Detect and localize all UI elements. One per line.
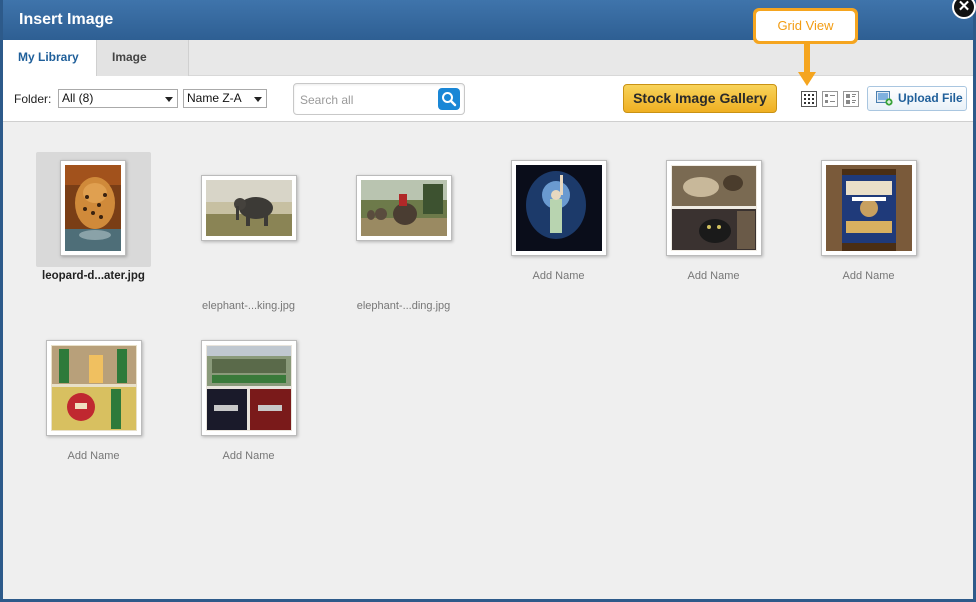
tab-my-library[interactable]: My Library [3,40,96,77]
image-tile[interactable]: Add Name [811,152,926,287]
image-tile[interactable]: leopard-d...ater.jpg [36,152,151,287]
grid-view-callout: Grid View [753,8,858,44]
image-thumbnail[interactable] [511,160,607,256]
search-button[interactable] [438,88,460,110]
image-tile[interactable]: elephant-...king.jpg [191,152,306,312]
elephant-ride-photo [361,180,447,236]
image-grid: leopard-d...ater.jpg elephant-...king.jp… [6,122,973,602]
leopard-photo [65,165,121,251]
elephant-photo [206,180,292,236]
image-tile[interactable]: Add Name [656,152,771,287]
detail-view-icon[interactable] [843,91,859,107]
image-name: Add Name [687,270,740,282]
stadium-collage-photo [206,345,292,431]
image-name: Add Name [222,450,275,462]
search-input[interactable] [300,91,432,108]
stock-image-gallery-button[interactable]: Stock Image Gallery [623,84,777,113]
chevron-down-icon [254,97,262,102]
image-tile[interactable]: Add Name [191,332,306,467]
cats-collage-photo [671,165,757,251]
tab-bar: My Library Image URL [3,40,973,98]
beer-bottle-photo [826,165,912,251]
search-icon [442,92,457,107]
image-tile[interactable]: Add Name [36,332,151,467]
upload-file-button[interactable]: Upload File [867,86,967,111]
image-tile[interactable]: elephant-...ding.jpg [346,152,461,312]
image-thumbnail[interactable] [46,340,142,436]
image-thumbnail[interactable] [666,160,762,256]
callout-text: Grid View [756,11,855,41]
arrow-down-icon [798,44,816,86]
tab-image-url[interactable]: Image URL [96,40,189,98]
image-thumbnail[interactable] [201,340,297,436]
concert-photo [516,165,602,251]
folder-select-value: All (8) [62,91,94,105]
sort-select[interactable]: Name Z-A [183,89,267,108]
image-tile[interactable]: Add Name [501,152,616,287]
image-thumbnail[interactable] [821,160,917,256]
search-box [293,83,465,115]
image-name: leopard-d...ater.jpg [42,270,145,282]
list-view-icon[interactable] [822,91,838,107]
image-name: Add Name [532,270,585,282]
dialog-title: Insert Image [19,11,114,28]
image-name: Add Name [842,270,895,282]
insert-image-dialog: Insert Image My Library Image URL Folder… [0,0,976,602]
beer-collage-photo [51,345,137,431]
grid-view-icon[interactable] [801,91,817,107]
image-thumbnail[interactable] [201,175,297,241]
folder-label: Folder: [14,92,52,106]
chevron-down-icon [165,97,173,102]
upload-icon [876,91,893,106]
sort-select-value: Name Z-A [187,91,242,105]
image-name: elephant-...king.jpg [202,300,295,312]
folder-select[interactable]: All (8) [58,89,178,108]
image-thumbnail[interactable] [356,175,452,241]
toolbar: Folder: All (8) Name Z-A Stock Image Gal… [3,76,973,122]
image-name: Add Name [67,450,120,462]
image-thumbnail[interactable] [60,160,126,256]
upload-file-label: Upload File [898,91,963,105]
image-name: elephant-...ding.jpg [356,300,451,312]
